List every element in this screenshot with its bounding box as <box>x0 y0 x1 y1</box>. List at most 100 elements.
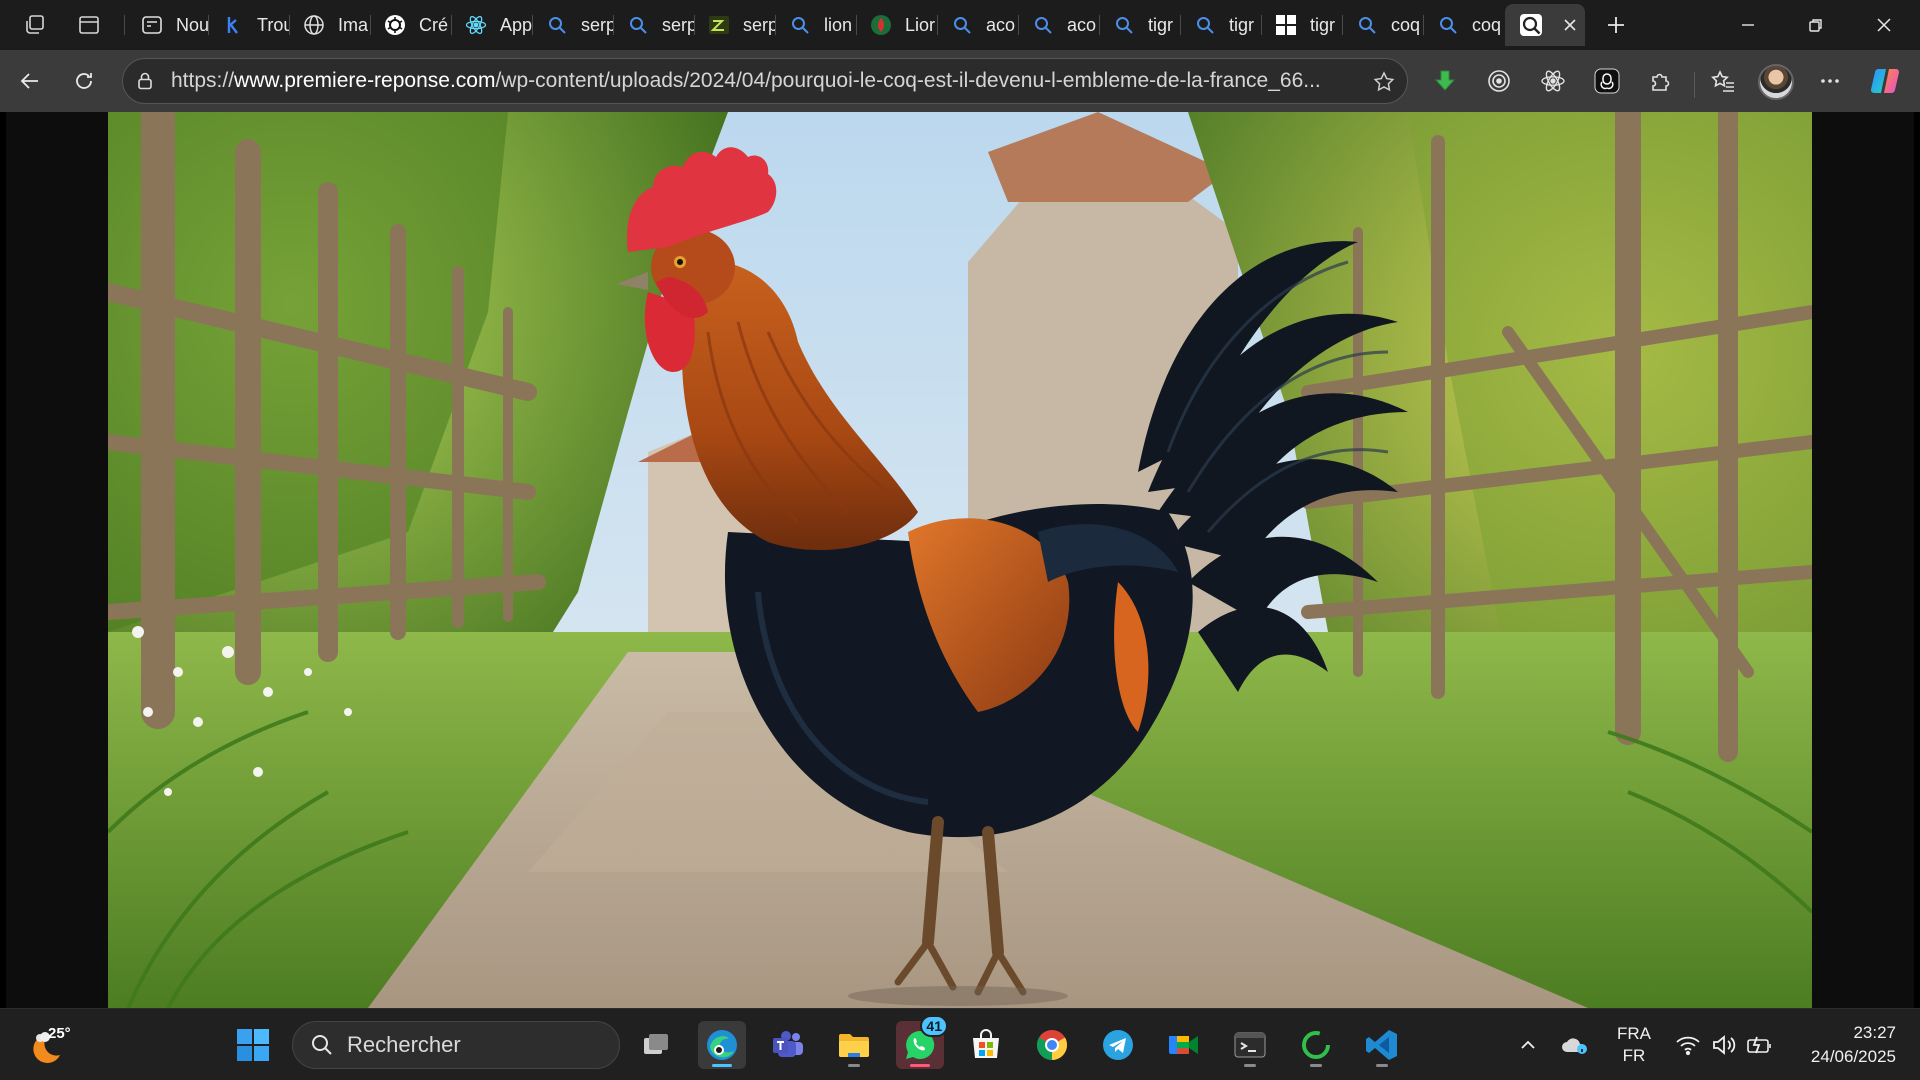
rooster-image <box>108 112 1812 1008</box>
notification-badge: 41 <box>920 1015 948 1037</box>
taskbar-teams[interactable] <box>764 1021 812 1069</box>
arrow-left-icon <box>20 73 38 89</box>
volume-tray-icon[interactable] <box>1710 1031 1738 1059</box>
taskbar-edge[interactable] <box>698 1021 746 1069</box>
extension-react-button[interactable] <box>1536 64 1570 98</box>
settings-menu-button[interactable] <box>1813 64 1847 98</box>
react-icon <box>464 13 488 37</box>
weather-temperature: 25° <box>48 1025 71 1042</box>
tab-title: aco <box>1067 14 1097 35</box>
tab-title: serp <box>581 14 614 35</box>
tab-title: serp <box>662 14 695 35</box>
download-extension-button[interactable] <box>1428 64 1462 98</box>
taskbar-search[interactable]: Rechercher <box>292 1021 620 1069</box>
show-hidden-icons-button[interactable] <box>1514 1031 1542 1059</box>
tab-10[interactable]: Lior <box>857 4 938 46</box>
taskbar-terminal[interactable] <box>1226 1021 1274 1069</box>
start-button[interactable] <box>229 1021 277 1069</box>
taskbar-whatsapp[interactable]: 41 <box>896 1015 948 1069</box>
green-ring-icon <box>1302 1031 1330 1059</box>
favorites-button[interactable] <box>1706 64 1740 98</box>
tab-title: tigr <box>1310 14 1336 35</box>
tab-9[interactable]: lion <box>776 4 857 46</box>
favorite-star-icon[interactable] <box>1371 69 1397 95</box>
workspaces-button[interactable] <box>16 6 54 44</box>
running-indicator <box>1376 1064 1388 1067</box>
speaker-icon <box>1713 1035 1736 1055</box>
tab-1[interactable]: Nou <box>128 4 209 46</box>
tab-11[interactable]: aco <box>938 4 1019 46</box>
copilot-button[interactable] <box>1868 64 1902 98</box>
tab-5[interactable]: App <box>452 4 533 46</box>
target-icon <box>1488 70 1510 92</box>
teams-icon <box>773 1031 803 1057</box>
tab-16[interactable]: coq <box>1343 4 1424 46</box>
tab-title: lion <box>824 14 853 35</box>
favorites-list-icon <box>1711 70 1734 92</box>
rooster-photo[interactable] <box>108 112 1812 1008</box>
url-text[interactable]: https://www.premiere-reponse.com/wp-cont… <box>171 69 1351 93</box>
plus-icon <box>1608 17 1624 33</box>
extension-target-button[interactable] <box>1482 64 1516 98</box>
tab-4[interactable]: Cré <box>371 4 452 46</box>
extension-chatgpt-button[interactable] <box>1590 64 1624 98</box>
vertical-tabs-button[interactable] <box>70 6 108 44</box>
extensions-button[interactable] <box>1644 64 1678 98</box>
search-icon <box>1112 13 1136 37</box>
puzzle-icon <box>1652 73 1670 91</box>
telegram-icon <box>1103 1030 1133 1060</box>
tab-3[interactable]: Ima <box>290 4 371 46</box>
taskbar-chrome[interactable] <box>1028 1021 1076 1069</box>
taskbar-spinner-app[interactable] <box>1292 1021 1340 1069</box>
tab-14[interactable]: tigr <box>1181 4 1262 46</box>
language-code: FRA <box>1617 1024 1651 1043</box>
minimize-button[interactable] <box>1714 0 1782 50</box>
tab-title: aco <box>986 14 1016 35</box>
tab-15[interactable]: tigr <box>1262 4 1343 46</box>
search-label: Rechercher <box>347 1032 461 1057</box>
store-icon <box>973 1029 999 1058</box>
cloud-info-icon <box>1562 1038 1587 1054</box>
tab-title: Lior <box>905 14 936 35</box>
running-indicator <box>1244 1064 1256 1067</box>
taskbar-telegram[interactable] <box>1094 1021 1142 1069</box>
tab-6[interactable]: serp <box>533 4 614 46</box>
clock-date: 24/06/2025 <box>1810 1047 1896 1066</box>
tab-title: Trou <box>257 14 290 35</box>
close-icon <box>1877 18 1891 32</box>
tab-close-button[interactable] <box>1559 14 1581 36</box>
tab-8[interactable]: serp <box>695 4 776 46</box>
taskbar-google-meet[interactable] <box>1160 1021 1208 1069</box>
restore-button[interactable] <box>1782 0 1850 50</box>
tab-active[interactable] <box>1505 4 1585 46</box>
meet-icon <box>1169 1036 1198 1054</box>
tab-title: tigr <box>1148 14 1174 35</box>
tab-13[interactable]: tigr <box>1100 4 1181 46</box>
wifi-tray-icon[interactable] <box>1674 1031 1702 1059</box>
tab-17[interactable]: coq <box>1424 4 1505 46</box>
input-language-indicator[interactable]: FRA FR <box>1614 1023 1654 1067</box>
taskbar-vscode[interactable] <box>1358 1021 1406 1069</box>
tab-2[interactable]: Trou <box>209 4 290 46</box>
system-clock[interactable]: 23:27 24/06/2025 <box>1792 1021 1896 1069</box>
battery-tray-icon[interactable] <box>1746 1031 1774 1059</box>
back-button[interactable] <box>10 61 50 101</box>
close-window-button[interactable] <box>1850 0 1918 50</box>
taskbar: 25° Rechercher 41 FRA FR 23:27 24/06/202… <box>0 1008 1920 1080</box>
address-bar[interactable]: https://www.premiere-reponse.com/wp-cont… <box>122 58 1408 104</box>
tab-12[interactable]: aco <box>1019 4 1100 46</box>
taskbar-microsoft-store[interactable] <box>962 1021 1010 1069</box>
refresh-button[interactable] <box>64 61 104 101</box>
tab-7[interactable]: serp <box>614 4 695 46</box>
weather-widget[interactable]: 25° <box>24 1019 84 1071</box>
shield-red-green-icon <box>869 13 893 37</box>
tab-strip: Nou Trou Ima Cré App serp serp serp lion Lior aco a… <box>0 0 1920 50</box>
chevron-up-icon <box>1521 1040 1535 1049</box>
task-view-button[interactable] <box>632 1021 680 1069</box>
site-info-icon[interactable] <box>133 69 157 93</box>
tab-title: coq <box>1472 14 1502 35</box>
onedrive-tray-icon[interactable] <box>1560 1031 1588 1059</box>
new-tab-button[interactable] <box>1597 6 1635 44</box>
taskbar-file-explorer[interactable] <box>830 1021 878 1069</box>
profile-avatar[interactable] <box>1758 64 1794 100</box>
